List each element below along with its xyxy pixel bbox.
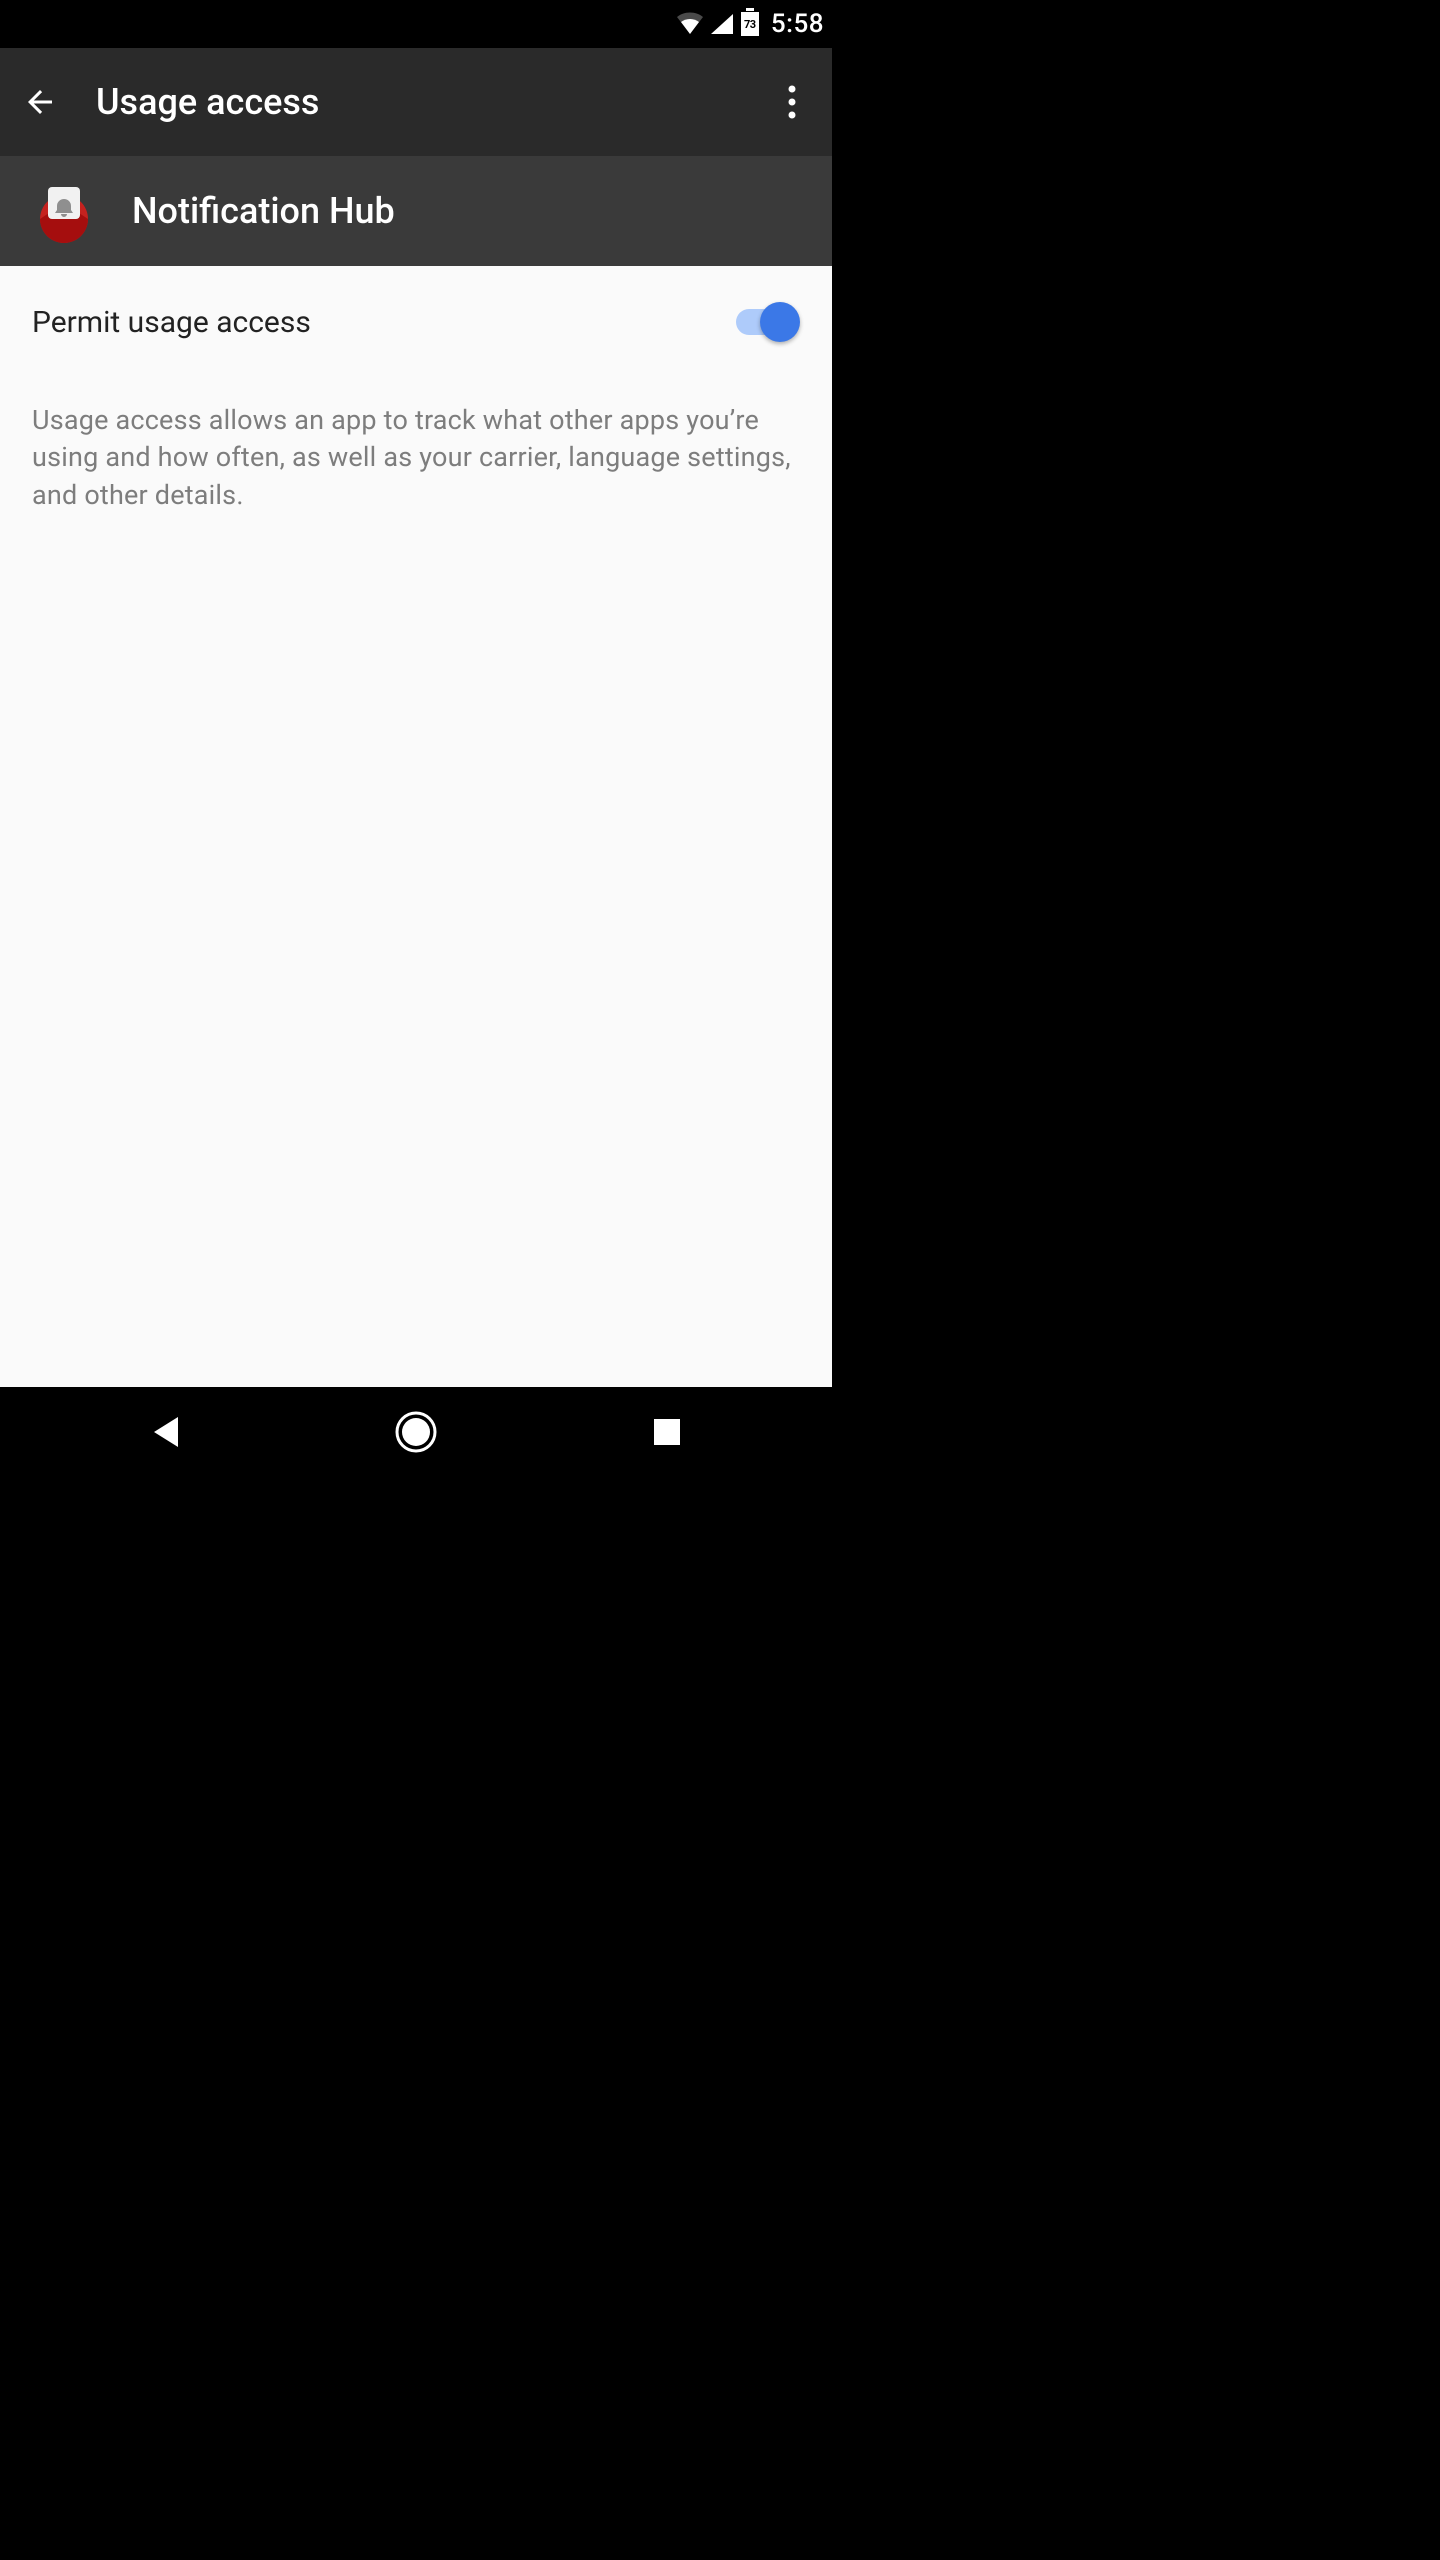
permit-usage-access-toggle[interactable] <box>730 301 800 343</box>
nav-back-button[interactable] <box>105 1402 225 1462</box>
more-options-button[interactable] <box>768 78 816 126</box>
switch-thumb <box>760 302 800 342</box>
page-title: Usage access <box>96 81 768 123</box>
battery-icon: 73 <box>739 11 761 37</box>
nav-back-icon <box>150 1415 180 1449</box>
cell-signal-icon <box>709 12 735 36</box>
usage-access-description: Usage access allows an app to track what… <box>32 402 800 514</box>
permit-usage-access-row[interactable]: Permit usage access <box>32 294 800 350</box>
nav-recents-icon <box>652 1417 682 1447</box>
arrow-back-icon <box>22 84 58 120</box>
status-time: 5:58 <box>771 9 824 39</box>
more-vert-icon <box>788 85 796 119</box>
app-header: Notification Hub <box>0 156 832 266</box>
navigation-bar <box>0 1387 832 1477</box>
app-name: Notification Hub <box>132 190 395 232</box>
status-bar: 73 5:58 <box>0 0 832 48</box>
app-bar: Usage access <box>0 48 832 156</box>
app-icon <box>32 179 96 243</box>
nav-home-button[interactable] <box>356 1402 476 1462</box>
back-button[interactable] <box>16 78 64 126</box>
battery-percent: 73 <box>744 18 756 31</box>
permit-usage-access-label: Permit usage access <box>32 305 311 340</box>
nav-recents-button[interactable] <box>607 1402 727 1462</box>
content-area: Permit usage access Usage access allows … <box>0 266 832 1387</box>
wifi-icon <box>675 12 705 36</box>
nav-home-icon <box>395 1411 437 1453</box>
